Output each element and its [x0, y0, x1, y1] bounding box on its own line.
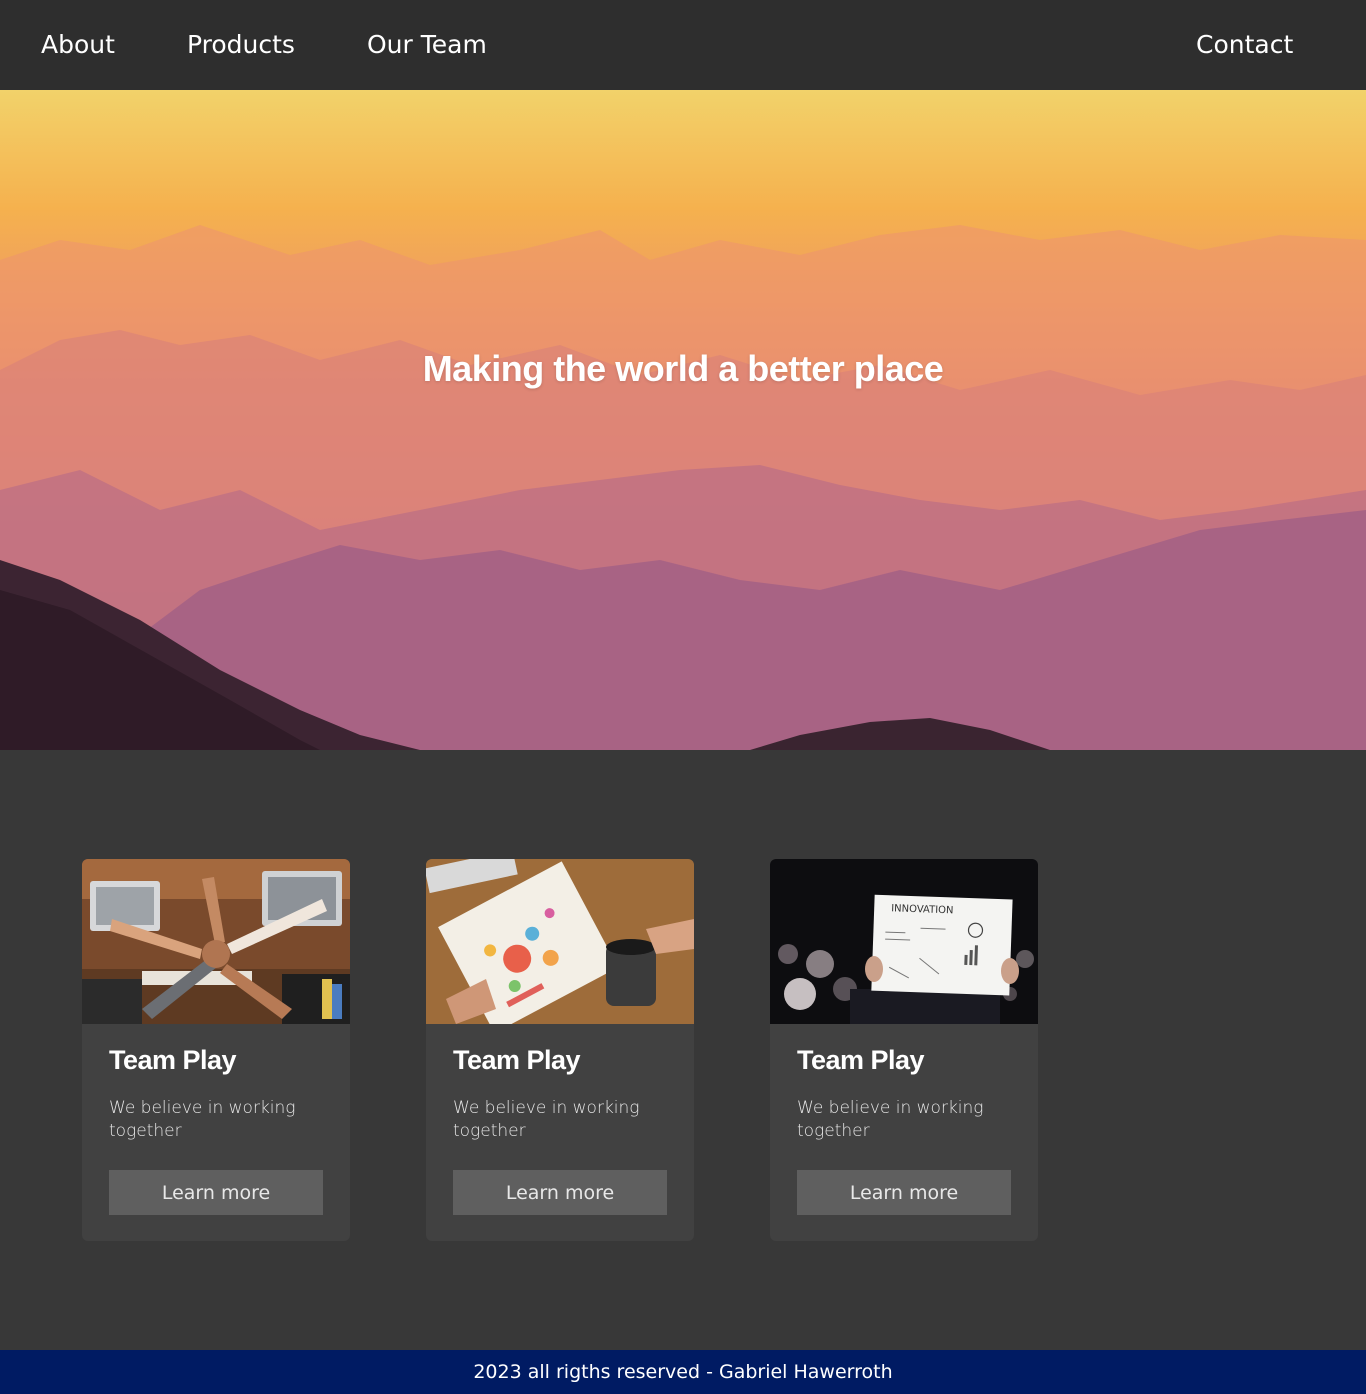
feature-card: Team Play We believe in working together… [426, 859, 694, 1241]
mountain-landscape-image [0, 225, 1366, 750]
top-navigation: About Products Our Team Contact [0, 0, 1366, 90]
nav-link-contact[interactable]: Contact [1196, 0, 1293, 90]
hero-title: Making the world a better place [422, 348, 944, 389]
card-description: We believe in working together [109, 1098, 296, 1141]
card-description: We believe in working together [453, 1098, 640, 1141]
feature-card: Team Play We believe in working together… [82, 859, 350, 1241]
innovation-label: INNOVATION [891, 903, 954, 916]
footer-copyright: 2023 all rigths reserved - Gabriel Hawer… [473, 1361, 893, 1383]
nav-link-about[interactable]: About [41, 0, 115, 90]
hero-banner: Making the world a better place [0, 90, 1366, 750]
feature-card: INNOVATION Team Play We believe in worki… [770, 859, 1038, 1241]
team-hands-photo [82, 859, 350, 1024]
learn-more-button[interactable]: Learn more [797, 1170, 1011, 1215]
learn-more-button[interactable]: Learn more [453, 1170, 667, 1215]
notebook-coffee-photo [426, 859, 694, 1024]
card-title: Team Play [797, 1045, 925, 1075]
card-title: Team Play [453, 1045, 581, 1075]
nav-link-products[interactable]: Products [187, 0, 295, 90]
footer: 2023 all rigths reserved - Gabriel Hawer… [0, 1350, 1366, 1394]
nav-link-our-team[interactable]: Our Team [367, 0, 487, 90]
learn-more-button[interactable]: Learn more [109, 1170, 323, 1215]
card-title: Team Play [109, 1045, 237, 1075]
innovation-sheet-photo: INNOVATION [770, 859, 1038, 1024]
card-description: We believe in working together [797, 1098, 984, 1141]
